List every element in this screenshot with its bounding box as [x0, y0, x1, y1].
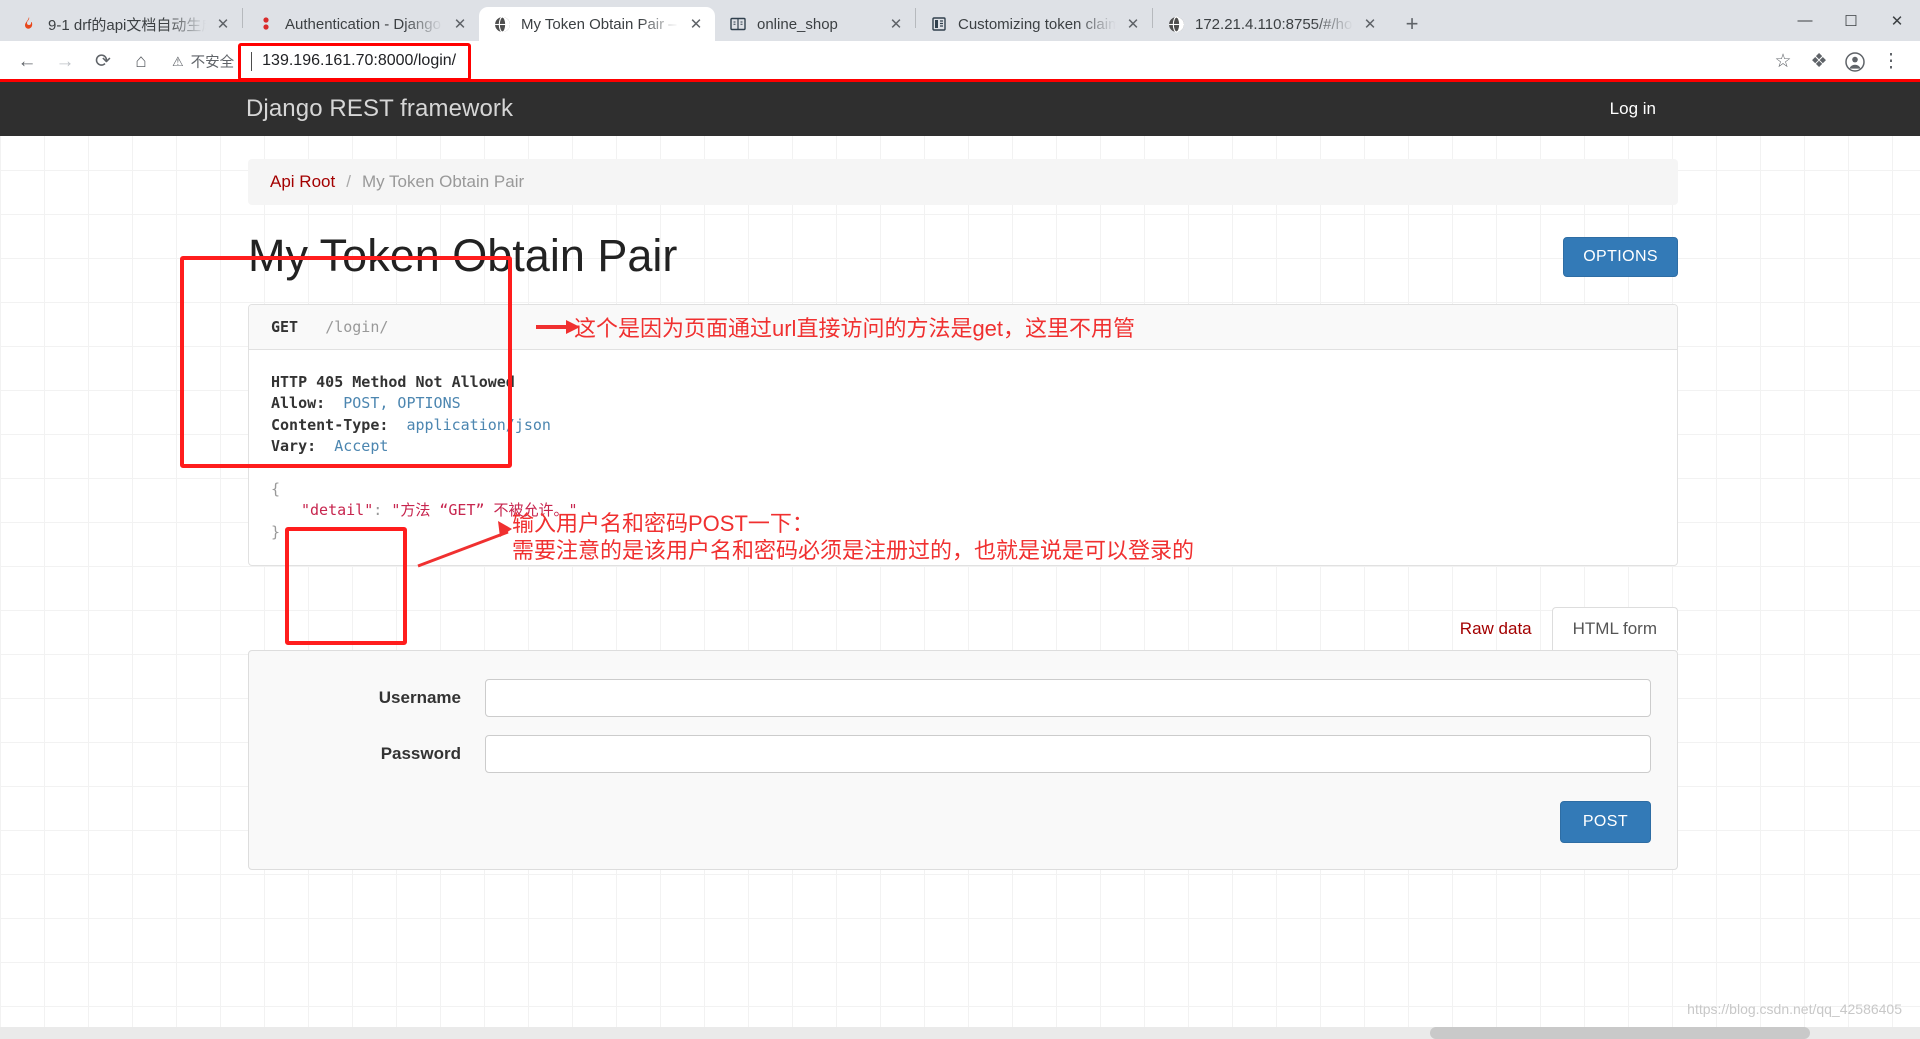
- new-tab-button[interactable]: +: [1395, 7, 1429, 41]
- reload-icon[interactable]: ⟳: [86, 45, 120, 79]
- close-icon[interactable]: ✕: [1359, 13, 1381, 35]
- login-link[interactable]: Log in: [1610, 99, 1656, 119]
- home-icon[interactable]: ⌂: [124, 45, 158, 79]
- form-row-username: Username: [275, 679, 1651, 717]
- password-label: Password: [380, 744, 461, 763]
- browser-tab-4[interactable]: online_shop ✕: [715, 7, 915, 41]
- form-actions: POST: [275, 801, 1651, 843]
- site-navbar: Django REST framework Log in: [0, 82, 1920, 136]
- json-brace-open: {: [271, 479, 281, 498]
- html-form-panel: Username Password POST: [248, 650, 1678, 870]
- tab-title: online_shop: [757, 15, 838, 33]
- json-colon: :: [373, 501, 383, 519]
- close-icon[interactable]: ✕: [449, 13, 471, 35]
- watermark: https://blog.csdn.net/qq_42586405: [1687, 1001, 1902, 1017]
- tab-title: My Token Obtain Pair – Dj: [521, 15, 679, 33]
- json-key: "detail": [301, 501, 374, 519]
- tab-title: Customizing token claims: [958, 15, 1116, 33]
- profile-avatar-icon[interactable]: [1838, 45, 1872, 79]
- browser-menu-icon[interactable]: ⋮: [1874, 45, 1908, 79]
- django-icon: [257, 15, 275, 33]
- site-brand[interactable]: Django REST framework: [246, 95, 513, 123]
- book-icon: [729, 15, 747, 33]
- options-button[interactable]: OPTIONS: [1563, 237, 1678, 277]
- tab-strip: 9-1 drf的api文档自动生成和 ✕ Authentication - Dj…: [0, 0, 1920, 41]
- horizontal-scrollbar[interactable]: [0, 1027, 1920, 1039]
- tab-title: 172.21.4.110:8755/#/home: [1195, 15, 1353, 33]
- bookmark-star-icon[interactable]: ☆: [1766, 45, 1800, 79]
- warning-triangle-icon: ⚠: [172, 53, 184, 69]
- browser-tab-3[interactable]: My Token Obtain Pair – Dj ✕: [479, 7, 715, 41]
- json-brace-close: }: [271, 522, 281, 541]
- back-icon[interactable]: ←: [10, 45, 44, 79]
- omnibox[interactable]: ⚠ 不安全 139.196.161.70:8000/login/: [172, 42, 1756, 81]
- annotation-box-response: [180, 256, 512, 468]
- close-icon[interactable]: ✕: [212, 13, 234, 35]
- tab-title: Authentication - Django RE: [285, 15, 443, 33]
- globe-icon: [493, 15, 511, 33]
- password-input[interactable]: [485, 735, 1651, 773]
- breadcrumb-current: My Token Obtain Pair: [361, 172, 525, 191]
- annotation-note-2-line1: 输入用户名和密码POST一下：: [512, 511, 814, 536]
- extensions-icon[interactable]: ❖: [1802, 45, 1836, 79]
- breadcrumb-separator: /: [346, 172, 351, 191]
- address-input[interactable]: 139.196.161.70:8000/login/: [262, 52, 456, 70]
- close-icon[interactable]: ✕: [885, 13, 907, 35]
- browser-window: 9-1 drf的api文档自动生成和 ✕ Authentication - Dj…: [0, 0, 1920, 1039]
- annotation-note-2-line2: 需要注意的是该用户名和密码必须是注册过的，也就是说是可以登录的: [512, 538, 1195, 563]
- browser-toolbar: ← → ⟳ ⌂ ⚠ 不安全 139.196.161.70:8000/login/…: [0, 41, 1920, 84]
- close-icon[interactable]: ✕: [685, 13, 707, 35]
- flame-icon: [20, 15, 38, 33]
- security-status[interactable]: ⚠ 不安全: [172, 51, 234, 72]
- close-icon[interactable]: ✕: [1122, 13, 1144, 35]
- close-window-button[interactable]: ✕: [1874, 0, 1920, 41]
- browser-tab-2[interactable]: Authentication - Django RE ✕: [243, 7, 479, 41]
- security-status-label: 不安全: [190, 55, 235, 71]
- text-caret: [251, 51, 253, 71]
- breadcrumb: Api Root / My Token Obtain Pair: [248, 159, 1678, 205]
- minimize-button[interactable]: —: [1782, 0, 1828, 41]
- url-highlight-box: 139.196.161.70:8000/login/: [238, 42, 472, 81]
- browser-tab-5[interactable]: Customizing token claims ✕: [916, 7, 1152, 41]
- annotation-note-1: 这个是因为页面通过url直接访问的方法是get，这里不用管: [574, 316, 1136, 341]
- browser-tab-6[interactable]: 172.21.4.110:8755/#/home ✕: [1153, 7, 1389, 41]
- username-label: Username: [378, 688, 461, 707]
- maximize-button[interactable]: ☐: [1828, 0, 1874, 41]
- tab-raw-data[interactable]: Raw data: [1440, 608, 1552, 650]
- username-input[interactable]: [485, 679, 1651, 717]
- globe-icon: [1167, 15, 1185, 33]
- post-button[interactable]: POST: [1559, 801, 1651, 843]
- tab-html-form[interactable]: HTML form: [1551, 607, 1678, 651]
- forward-icon[interactable]: →: [48, 45, 82, 79]
- breadcrumb-api-root[interactable]: Api Root: [270, 172, 335, 192]
- tab-title: 9-1 drf的api文档自动生成和: [48, 16, 206, 34]
- page-viewport: Django REST framework Log in Api Root / …: [0, 82, 1920, 1039]
- form-tab-bar: Raw data HTML form: [248, 606, 1678, 651]
- scrollbar-thumb[interactable]: [1430, 1027, 1810, 1039]
- annotation-box-form-labels: [285, 527, 407, 645]
- form-row-password: Password: [275, 735, 1651, 773]
- window-controls: — ☐ ✕: [1782, 0, 1920, 41]
- json-detail-line: "detail": "方法 “GET” 不被允许。": [271, 500, 1655, 522]
- browser-tab-1[interactable]: 9-1 drf的api文档自动生成和 ✕: [6, 7, 242, 41]
- toolbar-right-actions: ☆ ❖ ⋮: [1766, 45, 1910, 79]
- book-icon: [930, 15, 948, 33]
